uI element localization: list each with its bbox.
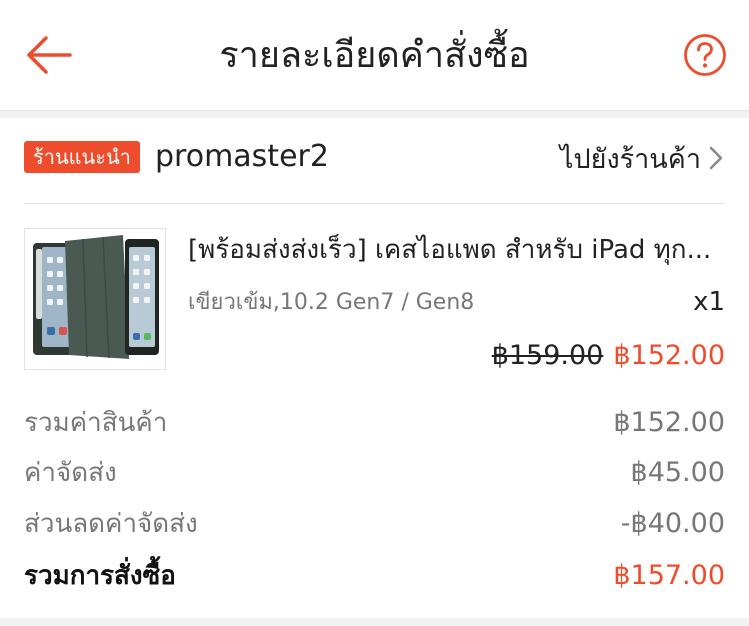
summary-label: ส่วนลดค่าจัดส่ง bbox=[24, 509, 198, 539]
product-title[interactable]: [พร้อมส่งส่งเร็ว] เคสไอแพด สำหรับ iPad ท… bbox=[188, 232, 725, 268]
summary-row-merchandise: รวมค่าสินค้า ฿152.00 bbox=[24, 403, 725, 443]
order-total-value: ฿157.00 bbox=[613, 560, 725, 591]
product-prices: ฿159.00 ฿152.00 bbox=[492, 338, 725, 374]
order-card: ร้านแนะนำ promaster2 ไปยังร้านค้า [พร้อม… bbox=[0, 118, 749, 618]
discounted-price: ฿152.00 bbox=[613, 340, 725, 371]
preferred-shop-badge: ร้านแนะนำ bbox=[24, 141, 140, 173]
summary-row-order-total: รวมการสั่งซื้อ ฿157.00 bbox=[24, 556, 725, 596]
summary-value: ฿152.00 bbox=[613, 407, 725, 438]
top-bar: รายละเอียดคำสั่งซื้อ bbox=[0, 0, 749, 111]
go-to-shop-label: ไปยังร้านค้า bbox=[559, 143, 701, 175]
order-total-label: รวมการสั่งซื้อ bbox=[24, 561, 176, 591]
go-to-shop-link[interactable]: ไปยังร้านค้า bbox=[560, 140, 725, 176]
help-button[interactable] bbox=[683, 33, 727, 77]
original-price: ฿159.00 bbox=[491, 340, 604, 371]
product-thumbnail[interactable] bbox=[24, 228, 166, 370]
ipad-case-image bbox=[25, 229, 165, 369]
product-quantity: x1 bbox=[693, 287, 725, 317]
summary-label: ค่าจัดส่ง bbox=[24, 458, 117, 488]
summary-label: รวมค่าสินค้า bbox=[24, 408, 168, 438]
divider bbox=[24, 203, 725, 204]
summary-row-shipping-discount: ส่วนลดค่าจัดส่ง -฿40.00 bbox=[24, 504, 725, 544]
summary-value: ฿45.00 bbox=[630, 457, 725, 488]
page-title: รายละเอียดคำสั่งซื้อ bbox=[219, 35, 530, 76]
summary-value: -฿40.00 bbox=[620, 508, 725, 539]
product-variant: เขียวเข้ม,10.2 Gen7 / Gen8 bbox=[188, 290, 475, 315]
chevron-right-icon bbox=[709, 146, 723, 170]
summary-row-shipping: ค่าจัดส่ง ฿45.00 bbox=[24, 453, 725, 493]
shop-name[interactable]: promaster2 bbox=[155, 138, 329, 176]
question-circle-icon bbox=[684, 34, 726, 76]
shop-row: ร้านแนะนำ promaster2 ไปยังร้านค้า bbox=[24, 138, 725, 178]
